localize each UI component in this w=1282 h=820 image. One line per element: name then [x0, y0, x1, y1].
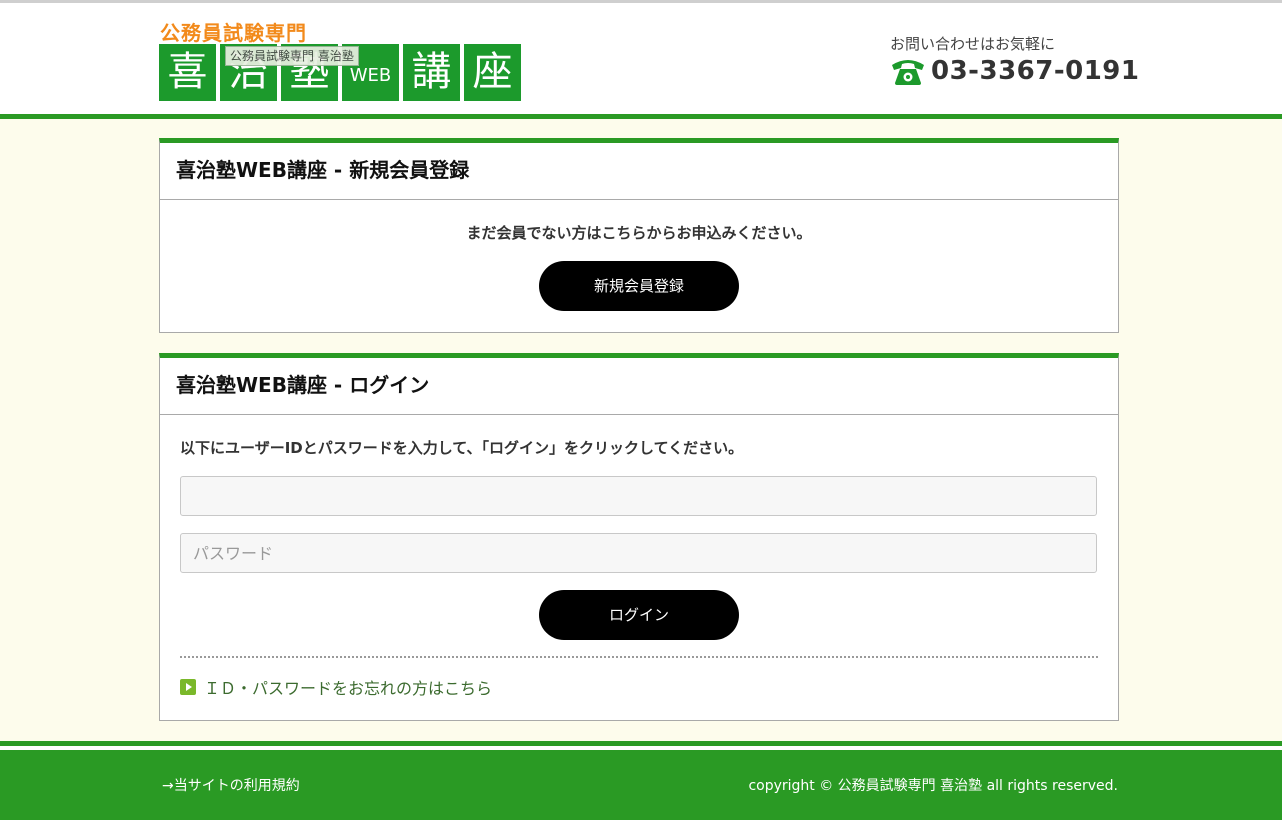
- header-divider: [0, 114, 1282, 119]
- arrow-right-icon: [180, 679, 196, 695]
- logo-tooltip: 公務員試験専門 喜治塾: [225, 46, 359, 66]
- forgot-password-label: ＩＤ・パスワードをお忘れの方はこちら: [204, 679, 493, 698]
- phone-number[interactable]: 03-3367-0191: [931, 56, 1140, 86]
- login-panel-title: 喜治塾WEB講座 - ログイン: [160, 358, 1118, 415]
- contact-label: お問い合わせはお気軽に: [890, 35, 1056, 53]
- login-panel: 喜治塾WEB講座 - ログイン 以下にユーザーIDとパスワードを入力して、「ログ…: [159, 353, 1119, 721]
- site-header: 公務員試験専門 喜 治 塾 WEB 講 座 公務員試験専門 喜治塾 お問い合わせ…: [0, 3, 1282, 114]
- register-message: まだ会員でない方はこちらからお申込みください。: [466, 224, 812, 242]
- copyright-text: copyright © 公務員試験専門 喜治塾 all rights reser…: [748, 778, 1118, 794]
- login-instruction: 以下にユーザーIDとパスワードを入力して、「ログイン」をクリックしてください。: [180, 439, 744, 457]
- register-panel-title: 喜治塾WEB講座 - 新規会員登録: [160, 143, 1118, 200]
- terms-link[interactable]: →当サイトの利用規約: [162, 775, 300, 795]
- logo-tagline: 公務員試験専門: [160, 21, 307, 45]
- password-input[interactable]: [180, 533, 1097, 573]
- register-panel: 喜治塾WEB講座 - 新規会員登録 まだ会員でない方はこちらからお申込みください…: [159, 138, 1119, 333]
- site-footer: →当サイトの利用規約 copyright © 公務員試験専門 喜治塾 all r…: [0, 750, 1282, 820]
- user-id-input[interactable]: [180, 476, 1097, 516]
- forgot-password-link[interactable]: ＩＤ・パスワードをお忘れの方はこちら: [180, 675, 492, 699]
- phone-contact: 03-3367-0191: [890, 56, 1140, 86]
- telephone-icon: [892, 60, 924, 85]
- logo-char-1: 喜: [159, 44, 216, 101]
- register-button[interactable]: 新規会員登録: [539, 261, 739, 311]
- dotted-divider: [180, 656, 1098, 658]
- logo-char-5: 座: [464, 44, 521, 101]
- login-button[interactable]: ログイン: [539, 590, 739, 640]
- logo-char-4: 講: [403, 44, 460, 101]
